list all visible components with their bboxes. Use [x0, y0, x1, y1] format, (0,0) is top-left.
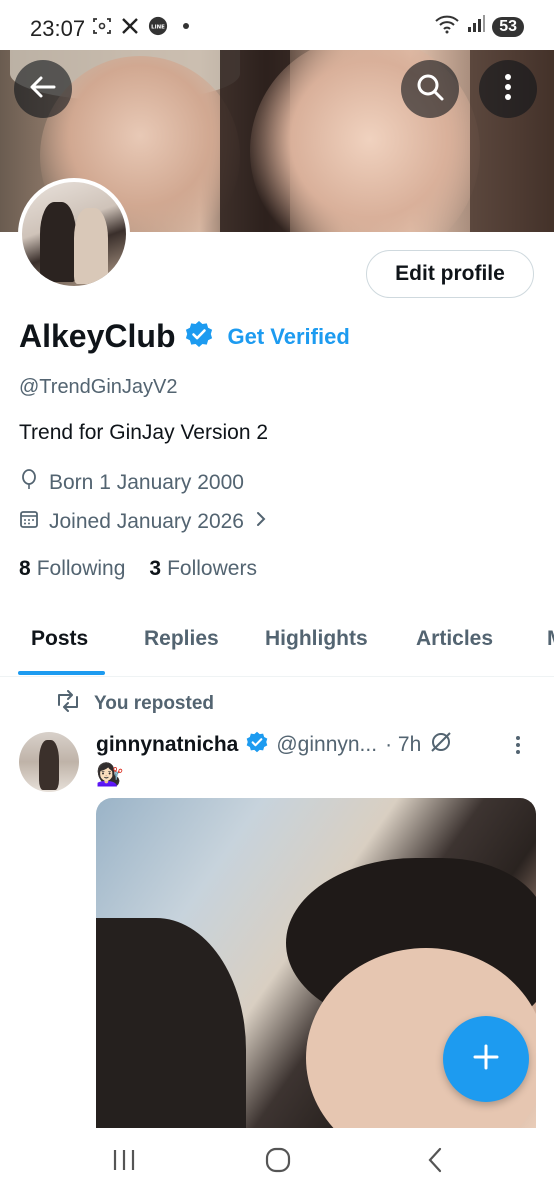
recent-apps-button[interactable] — [104, 1144, 144, 1180]
chevron-right-icon — [254, 510, 268, 534]
following-label: Following — [36, 557, 126, 580]
search-icon — [415, 72, 445, 107]
tab-posts[interactable]: Posts — [31, 627, 88, 651]
profile-tabs: Posts Replies Highlights Articles M — [0, 610, 554, 677]
balloon-icon — [19, 469, 39, 497]
screenshot-icon — [92, 16, 112, 36]
dot-icon — [176, 16, 196, 36]
get-verified-link[interactable]: Get Verified — [227, 324, 349, 350]
post-time: · 7h — [385, 733, 422, 756]
profile-bio: Trend for GinJay Version 2 — [19, 421, 269, 444]
plus-icon — [471, 1042, 501, 1077]
more-vertical-icon — [503, 72, 513, 107]
battery-indicator: 53 — [492, 16, 524, 37]
tab-articles[interactable]: Articles — [416, 627, 493, 651]
home-button[interactable] — [258, 1144, 298, 1180]
birthday-text: Born 1 January 2000 — [49, 471, 244, 494]
search-button[interactable] — [401, 60, 459, 118]
joined-row[interactable]: Joined January 2026 — [19, 509, 268, 535]
following-link[interactable]: 8 Following — [19, 557, 125, 581]
following-count: 8 — [19, 557, 31, 580]
active-tab-indicator — [18, 671, 105, 675]
recent-apps-icon — [111, 1148, 137, 1177]
profile-handle: @TrendGinJayV2 — [19, 376, 178, 398]
follow-stats: 8 Following 3 Followers — [19, 557, 257, 581]
post-author-avatar[interactable] — [19, 732, 79, 792]
line-app-icon: LINE — [148, 16, 168, 36]
status-left-icons: LINE — [92, 16, 196, 36]
birthday-row: Born 1 January 2000 — [19, 469, 244, 497]
post-text: 💇🏻‍♀️ — [96, 762, 124, 787]
calendar-icon — [19, 509, 39, 535]
edit-profile-button[interactable]: Edit profile — [366, 250, 534, 298]
profile-avatar[interactable] — [18, 178, 130, 290]
post-more-button[interactable] — [514, 734, 522, 761]
tab-replies[interactable]: Replies — [144, 627, 219, 651]
status-right-icons: 53 — [434, 14, 524, 39]
followers-count: 3 — [149, 557, 162, 580]
post-author-name[interactable]: ginnynatnicha — [96, 733, 238, 757]
arrow-left-icon — [28, 72, 58, 107]
repost-icon — [54, 690, 82, 718]
home-icon — [264, 1146, 292, 1179]
grok-icon[interactable] — [429, 730, 453, 760]
verified-badge-icon — [246, 731, 268, 759]
wifi-icon — [434, 14, 460, 39]
back-button[interactable] — [14, 60, 72, 118]
profile-name: AlkeyClub — [19, 318, 176, 354]
followers-link[interactable]: 3 Followers — [149, 557, 257, 581]
status-time: 23:07 — [30, 16, 86, 41]
followers-label: Followers — [167, 557, 257, 580]
more-vertical-icon — [514, 736, 522, 760]
profile-name-row: AlkeyClub Get Verified — [19, 318, 350, 355]
more-options-button[interactable] — [479, 60, 537, 118]
post-author-handle[interactable]: @ginnyn... — [276, 733, 377, 757]
joined-text: Joined January 2026 — [49, 510, 244, 533]
chevron-left-icon — [425, 1146, 445, 1179]
compose-button[interactable] — [443, 1016, 529, 1102]
x-app-icon — [120, 16, 140, 36]
repost-label: You reposted — [94, 693, 214, 714]
post-header: ginnynatnicha @ginnyn... · 7h — [96, 730, 453, 760]
verified-badge-icon — [185, 320, 213, 353]
back-nav-button[interactable] — [415, 1144, 455, 1180]
svg-text:LINE: LINE — [151, 25, 165, 31]
signal-icon — [466, 14, 486, 39]
tab-media[interactable]: M — [547, 627, 554, 651]
repost-indicator: You reposted — [54, 690, 214, 718]
status-bar: 23:07 LINE 53 — [0, 0, 554, 50]
system-nav-bar — [0, 1128, 554, 1200]
tab-highlights[interactable]: Highlights — [265, 627, 368, 651]
